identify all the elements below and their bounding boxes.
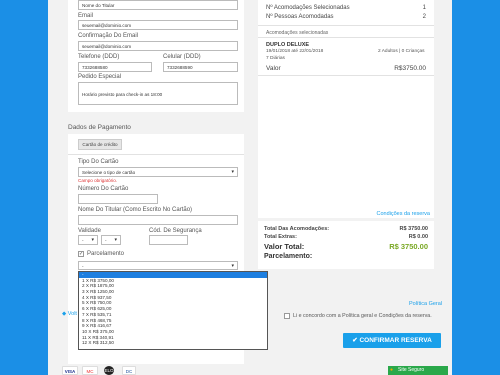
room-nights: 7 Diárias — [266, 56, 285, 61]
email-input[interactable]: seuemail@dominio.com — [78, 20, 238, 30]
conditions-link[interactable]: Condições da reserva — [376, 211, 430, 217]
payment-section-title: Dados de Pagamento — [68, 124, 131, 131]
validity-year-value: - — [105, 238, 107, 243]
tab-credit-card[interactable]: Cartão de crédito — [78, 139, 122, 150]
installments-select-value: - — [82, 264, 84, 269]
policy-link[interactable]: Política Geral — [409, 301, 442, 307]
value-row: Valor R$3750.00 — [258, 65, 434, 72]
validity-month-value: - — [82, 238, 84, 243]
total-value: R$ 3750.00 — [389, 242, 428, 251]
phone-label: Telefone (DDD) — [78, 54, 120, 60]
rooms-selected-row: Nº Acomodações Selecionadas 1 — [258, 5, 434, 11]
email-label: Email — [78, 13, 94, 19]
special-request-textarea[interactable]: Horário previsto para check-in as 18:00 — [78, 82, 238, 105]
extras-value: R$ 0.00 — [408, 234, 428, 240]
total-row: Valor Total: R$ 3750.00 — [258, 242, 434, 251]
installments-label: Parcelamento — [87, 251, 125, 257]
special-request-text: Horário previsto para check-in as 18:00 — [82, 92, 163, 97]
rooms-selected-value: 1 — [422, 5, 426, 11]
guests-value: 2 — [422, 14, 426, 20]
rooms-selected-label: Nº Acomodações Selecionadas — [266, 5, 350, 11]
page: Nome do Titular Email seuemail@dominio.c… — [48, 0, 452, 375]
installments-select[interactable]: - ▾ — [78, 261, 238, 270]
validity-year-select[interactable]: - ▾ — [101, 235, 121, 245]
installments-summary-label: Parcelamento: — [264, 253, 313, 260]
room-guests: 2 Adultos | 0 Crianças — [378, 49, 425, 54]
validity-label: Validade — [78, 228, 101, 234]
secure-badge-text: Site Seguro — [398, 367, 425, 373]
diners-icon: DC — [122, 366, 136, 375]
confirm-email-input[interactable]: seuemail@dominio.com — [78, 41, 238, 51]
card-holder-label: Nome Do Titular (Como Escrito No Cartão) — [78, 207, 193, 213]
agree-checkbox[interactable] — [284, 313, 290, 319]
back-link[interactable]: ◆ Volt — [62, 311, 77, 317]
chevron-down-icon: ▾ — [231, 263, 234, 269]
value-label: Valor — [266, 65, 281, 72]
card-type-select-value: Selecione o tipo de cartão — [82, 170, 136, 175]
mastercard-icon: MC — [82, 366, 98, 375]
total-rooms-row: Total Das Acomodações: R$ 3750.00 — [258, 226, 434, 232]
card-type-error: Campo obrigatório. — [78, 178, 118, 183]
elo-icon: ELO — [104, 366, 114, 375]
confirm-button-label: CONFIRMAR RESERVA — [359, 337, 432, 344]
room-name: DUPLO DELUXE — [266, 42, 310, 48]
visa-icon: VISA — [62, 366, 78, 375]
secure-site-badge: ● Site Seguro — [388, 366, 448, 375]
total-label: Valor Total: — [264, 242, 305, 251]
cell-input[interactable]: 7332688590 — [163, 62, 238, 72]
chevron-down-icon: ▾ — [114, 237, 117, 243]
total-rooms-label: Total Das Acomodações: — [264, 226, 330, 232]
cell-label: Celular (DDD) — [163, 54, 201, 60]
security-code-input[interactable] — [149, 235, 188, 245]
card-number-label: Número Do Cartão — [78, 186, 129, 192]
value-amount: R$3750.00 — [394, 65, 426, 72]
booking-summary-card: Nº Acomodações Selecionadas 1 Nº Pessoas… — [258, 0, 434, 218]
installments-dropdown-list: - 1 X R$ 3750,00 2 X R$ 1875,00 3 X R$ 1… — [78, 271, 268, 350]
summary-divider — [258, 75, 434, 76]
phone-input[interactable]: 7332688580 — [78, 62, 152, 72]
guest-form-card: Nome do Titular Email seuemail@dominio.c… — [68, 0, 244, 112]
card-number-input[interactable] — [78, 194, 158, 204]
summary-divider — [258, 25, 434, 26]
room-dates: 19/01/2018 até 22/01/2018 — [266, 49, 324, 54]
guests-row: Nº Pessoas Acomodadas 2 — [258, 14, 434, 20]
installments-checkbox[interactable]: ✓ — [78, 251, 84, 257]
validity-month-select[interactable]: - ▾ — [78, 235, 98, 245]
chevron-down-icon: ▾ — [91, 237, 94, 243]
extras-label: Total Extras: — [264, 234, 297, 240]
agree-text: Li e concordo com a Política geral e Con… — [293, 313, 432, 319]
summary-divider — [258, 37, 434, 38]
holder-name-input[interactable]: Nome do Titular — [78, 0, 238, 10]
security-code-label: Cód. De Segurança — [149, 228, 202, 234]
extras-row: Total Extras: R$ 0.00 — [258, 234, 434, 240]
guests-label: Nº Pessoas Acomodadas — [266, 14, 334, 20]
lock-icon: ● — [390, 367, 394, 373]
selected-rooms-title: Acomodações selecionadas — [266, 30, 329, 36]
back-link-text: Volt — [67, 311, 77, 317]
tab-divider — [68, 154, 244, 155]
installment-option[interactable]: 12 X R$ 312,50 — [79, 340, 267, 346]
totals-card: Total Das Acomodações: R$ 3750.00 Total … — [258, 221, 434, 269]
card-type-label: Tipo Do Cartão — [78, 159, 119, 165]
confirm-email-label: Confirmação Do Email — [78, 33, 139, 39]
card-type-select[interactable]: Selecione o tipo de cartão ▾ — [78, 167, 238, 177]
confirm-reservation-button[interactable]: ✔ CONFIRMAR RESERVA — [343, 333, 441, 348]
special-request-label: Pedido Especial — [78, 74, 122, 80]
card-holder-input[interactable] — [78, 215, 238, 225]
installments-summary-row: Parcelamento: — [258, 253, 434, 260]
total-rooms-value: R$ 3750.00 — [399, 226, 428, 232]
chevron-down-icon: ▾ — [231, 169, 234, 175]
